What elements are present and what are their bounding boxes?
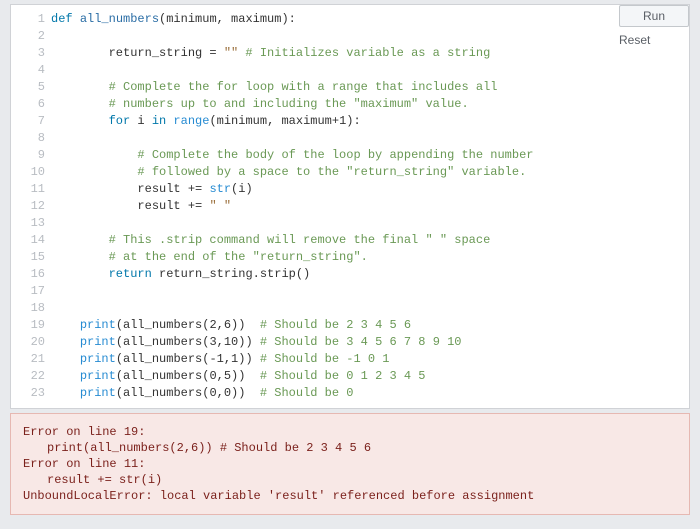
code-line[interactable]: return return_string.strip() xyxy=(51,266,689,283)
code-content[interactable]: def all_numbers(minimum, maximum): retur… xyxy=(51,11,689,402)
error-line: Error on line 11: xyxy=(23,456,677,472)
code-line[interactable]: result += " " xyxy=(51,198,689,215)
line-number: 12 xyxy=(11,198,45,215)
code-line[interactable]: for i in range(minimum, maximum+1): xyxy=(51,113,689,130)
code-line[interactable]: # at the end of the "return_string". xyxy=(51,249,689,266)
code-line[interactable]: def all_numbers(minimum, maximum): xyxy=(51,11,689,28)
code-line[interactable]: # followed by a space to the "return_str… xyxy=(51,164,689,181)
line-number: 18 xyxy=(11,300,45,317)
line-number: 19 xyxy=(11,317,45,334)
code-line[interactable]: # Complete the for loop with a range tha… xyxy=(51,79,689,96)
code-line[interactable]: result += str(i) xyxy=(51,181,689,198)
line-number: 9 xyxy=(11,147,45,164)
error-output: Error on line 19: print(all_numbers(2,6)… xyxy=(10,413,690,515)
code-line[interactable]: print(all_numbers(2,6)) # Should be 2 3 … xyxy=(51,317,689,334)
line-number: 20 xyxy=(11,334,45,351)
code-line[interactable] xyxy=(51,215,689,232)
code-line[interactable] xyxy=(51,28,689,45)
code-line[interactable] xyxy=(51,130,689,147)
line-number: 7 xyxy=(11,113,45,130)
line-number: 14 xyxy=(11,232,45,249)
line-number: 3 xyxy=(11,45,45,62)
line-number: 23 xyxy=(11,385,45,402)
line-number: 4 xyxy=(11,62,45,79)
line-number: 15 xyxy=(11,249,45,266)
line-number: 6 xyxy=(11,96,45,113)
code-line[interactable]: # Complete the body of the loop by appen… xyxy=(51,147,689,164)
code-line[interactable] xyxy=(51,283,689,300)
code-line[interactable]: print(all_numbers(0,5)) # Should be 0 1 … xyxy=(51,368,689,385)
line-number: 13 xyxy=(11,215,45,232)
line-number: 21 xyxy=(11,351,45,368)
code-line[interactable]: # This .strip command will remove the fi… xyxy=(51,232,689,249)
code-editor[interactable]: 1234567891011121314151617181920212223 de… xyxy=(10,4,690,409)
line-number: 1 xyxy=(11,11,45,28)
code-line[interactable]: print(all_numbers(0,0)) # Should be 0 xyxy=(51,385,689,402)
run-button[interactable]: Run xyxy=(619,5,689,27)
code-line[interactable] xyxy=(51,300,689,317)
line-number: 5 xyxy=(11,79,45,96)
error-line: Error on line 19: xyxy=(23,424,677,440)
error-line: result += str(i) xyxy=(23,472,677,488)
code-line[interactable] xyxy=(51,62,689,79)
line-number: 16 xyxy=(11,266,45,283)
line-number-gutter: 1234567891011121314151617181920212223 xyxy=(11,11,51,402)
line-number: 10 xyxy=(11,164,45,181)
error-line: UnboundLocalError: local variable 'resul… xyxy=(23,488,677,504)
line-number: 22 xyxy=(11,368,45,385)
error-line: print(all_numbers(2,6)) # Should be 2 3 … xyxy=(23,440,677,456)
line-number: 17 xyxy=(11,283,45,300)
code-line[interactable]: return_string = "" # Initializes variabl… xyxy=(51,45,689,62)
line-number: 2 xyxy=(11,28,45,45)
code-line[interactable]: # numbers up to and including the "maxim… xyxy=(51,96,689,113)
line-number: 11 xyxy=(11,181,45,198)
line-number: 8 xyxy=(11,130,45,147)
reset-button[interactable]: Reset xyxy=(619,33,689,47)
code-line[interactable]: print(all_numbers(3,10)) # Should be 3 4… xyxy=(51,334,689,351)
code-line[interactable]: print(all_numbers(-1,1)) # Should be -1 … xyxy=(51,351,689,368)
